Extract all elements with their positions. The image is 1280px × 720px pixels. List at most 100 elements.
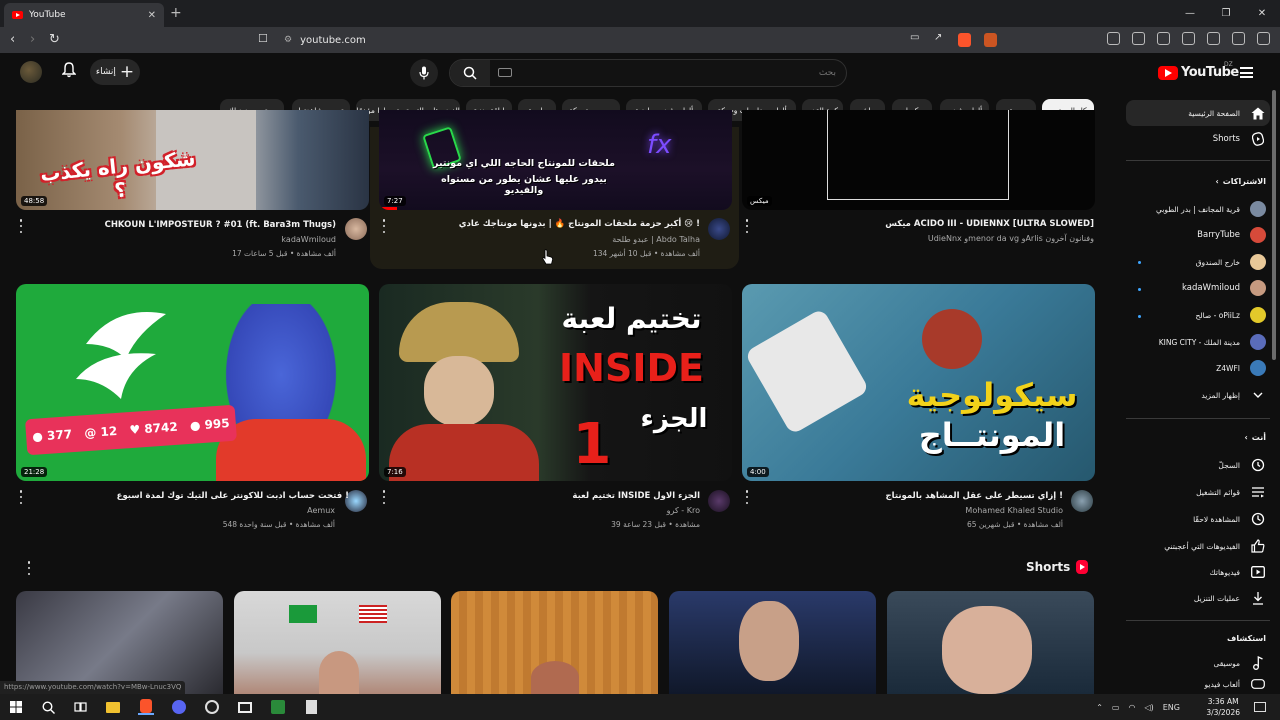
site-info-icon[interactable]: ⚙ [284, 35, 292, 45]
sidebar-item-watch-later[interactable]: المشاهدة لاحقًا [1126, 506, 1270, 532]
back-icon[interactable]: ‹ [10, 32, 15, 47]
obs-icon[interactable] [204, 699, 220, 715]
channel-name[interactable]: عبدو طلحة | Abdo Talha [612, 235, 700, 244]
sidebar-item-downloads[interactable]: عمليات التنزيل [1126, 585, 1270, 611]
browser-tab[interactable]: YouTube ✕ [4, 3, 164, 27]
voice-search-button[interactable] [410, 59, 438, 87]
youtube-logo[interactable]: YouTube DZ [1158, 61, 1239, 80]
sidebar-item-subscription[interactable]: قرية المجانف | بدر الطوبي [1126, 196, 1270, 222]
share-icon[interactable]: ↗ [934, 32, 942, 43]
notepad-icon[interactable] [303, 699, 319, 715]
video-title[interactable]: فتحت حساب ادبت للاكونتر على التيك توك لم… [117, 491, 349, 501]
short-thumbnail[interactable] [16, 591, 223, 694]
sidebar-item-subscription[interactable]: BarryTube [1126, 222, 1270, 248]
volume-icon[interactable]: ◁) [1144, 703, 1153, 712]
chevron-up-icon[interactable]: ⌃ [1096, 703, 1103, 712]
create-button[interactable]: إنشاء + [90, 59, 140, 85]
more-actions-icon[interactable] [382, 219, 386, 233]
sidebar-toggle-icon[interactable] [1157, 32, 1170, 45]
language-indicator[interactable]: ENG [1163, 703, 1180, 712]
url-field[interactable]: ⚙ youtube.com [280, 30, 1000, 50]
sidebar-item-home[interactable]: الصفحة الرئيسية [1126, 100, 1270, 126]
channel-avatar[interactable] [1071, 490, 1093, 512]
video-title[interactable]: تختيم لعبة INSIDE الجزء الاول [572, 491, 700, 501]
sidebar-item-subscription[interactable]: خارج الصندوق [1126, 249, 1270, 275]
channel-name[interactable]: كرو - Kro [667, 506, 700, 515]
forward-icon[interactable]: › [30, 32, 35, 47]
sidebar-item-subscription[interactable]: kadaWmiloud [1126, 275, 1270, 301]
brave-wallet-icon[interactable] [1182, 32, 1195, 45]
sidebar-item-history[interactable]: السجلّ [1126, 452, 1270, 478]
more-actions-icon[interactable] [745, 219, 749, 233]
wifi-icon[interactable]: ◠ [1128, 703, 1135, 712]
guide-menu-icon[interactable] [1240, 67, 1253, 78]
search-input[interactable] [536, 64, 836, 82]
sidebar-item-subscription[interactable]: Z4WFI [1126, 355, 1270, 381]
video-thumbnail[interactable]: سيكولوجية المونتــاج 4:00 [742, 284, 1095, 481]
channel-avatar[interactable] [708, 490, 730, 512]
keyboard-icon[interactable] [498, 68, 512, 77]
new-tab-button[interactable]: + [170, 5, 182, 21]
page-scrollbar[interactable] [1272, 90, 1276, 360]
capcut-icon[interactable] [237, 699, 253, 715]
video-thumbnail[interactable]: ● 377 @ 12 ♥ 8742 ● 995 21:28 [16, 284, 369, 481]
more-actions-icon[interactable] [382, 490, 386, 504]
more-actions-icon[interactable] [19, 490, 23, 504]
subscriptions-header[interactable]: ‹ الاشتراكات [1215, 177, 1266, 186]
sidebar-item-liked-videos[interactable]: الفيديوهات التي أعجبتني [1126, 533, 1270, 559]
windows-start-icon[interactable] [8, 699, 24, 715]
reload-icon[interactable]: ↻ [49, 32, 60, 47]
bookmark-icon[interactable]: ☐ [258, 32, 268, 45]
brave-shields-icon[interactable] [958, 33, 971, 47]
video-thumbnail[interactable]: ميكس [742, 110, 1095, 210]
sidebar-item-subscription[interactable]: KING CITY - مدينة الملك [1126, 329, 1270, 355]
app-icon[interactable] [270, 699, 286, 715]
account-avatar[interactable] [20, 61, 42, 83]
sidebar-item-subscription[interactable]: صالح - oPiiLz [1126, 302, 1270, 328]
search-button[interactable] [450, 60, 490, 86]
sidebar-item-music[interactable]: موسيقى [1126, 650, 1270, 676]
search-icon[interactable] [40, 699, 56, 715]
show-more-button[interactable]: إظهار المزيد [1126, 382, 1270, 408]
video-title[interactable]: أكبر حزمة ملحقات المونتاج 🔥 | بدونها مون… [459, 219, 700, 229]
video-thumbnail[interactable]: تختيم لعبة INSIDE الجزء 1 7:16 [379, 284, 732, 481]
video-thumbnail[interactable]: شكون راه يكذب ؟ 48:58 [16, 110, 369, 210]
brave-browser-icon[interactable] [138, 699, 154, 715]
close-window-icon[interactable]: ✕ [1244, 0, 1280, 27]
you-header[interactable]: ‹ أنت [1244, 433, 1266, 442]
network-icon[interactable]: ▭ [1112, 703, 1120, 712]
video-title[interactable]: إزاي تسيطر على عقل المشاهد بالمونتاج ! [886, 491, 1063, 501]
channel-avatar[interactable] [708, 218, 730, 240]
video-title[interactable]: CHKOUN L'IMPOSTEUR ? #01 (ft. Bara3m Thu… [105, 220, 336, 230]
taskbar-clock[interactable]: 3:36 AM 3/3/2026 [1206, 696, 1240, 718]
maximize-icon[interactable]: ❐ [1208, 0, 1244, 27]
short-thumbnail[interactable] [669, 591, 876, 694]
channel-name[interactable]: kadaWmiloud [281, 235, 336, 244]
video-title[interactable]: ميكس ACIDO III - UDIENNX [ULTRA SLOWED] [885, 219, 1094, 229]
menu-icon[interactable] [1257, 32, 1270, 45]
channel-avatar[interactable] [345, 218, 367, 240]
short-thumbnail[interactable] [234, 591, 441, 694]
more-actions-icon[interactable] [745, 490, 749, 504]
file-explorer-icon[interactable] [105, 699, 121, 715]
notifications-icon[interactable] [1252, 699, 1268, 715]
short-thumbnail[interactable] [451, 591, 658, 694]
channel-name[interactable]: UdieNnx وmenor da vg وArlis وفنانون آخرو… [928, 234, 1094, 243]
sidebar-item-your-videos[interactable]: فيديوهاتك [1126, 559, 1270, 585]
sidebar-item-shorts[interactable]: Shorts [1126, 126, 1270, 152]
shorts-more-icon[interactable] [27, 561, 31, 575]
sidebar-item-playlists[interactable]: قوائم التشغيل [1126, 479, 1270, 505]
more-actions-icon[interactable] [19, 219, 23, 233]
leo-ai-icon[interactable] [1207, 32, 1220, 45]
extensions-icon[interactable] [1107, 32, 1120, 45]
discord-icon[interactable] [171, 699, 187, 715]
cast-icon[interactable]: ▭ [910, 32, 919, 43]
task-view-icon[interactable] [72, 699, 88, 715]
minimize-icon[interactable]: — [1172, 0, 1208, 27]
wallet-icon[interactable] [1132, 32, 1145, 45]
channel-name[interactable]: Mohamed Khaled Studio [965, 506, 1063, 515]
vpn-icon[interactable] [1232, 32, 1245, 45]
channel-name[interactable]: Aemux [307, 506, 335, 515]
short-thumbnail[interactable] [887, 591, 1094, 694]
sidebar-item-gaming[interactable]: ألعاب فيديو [1126, 677, 1270, 691]
